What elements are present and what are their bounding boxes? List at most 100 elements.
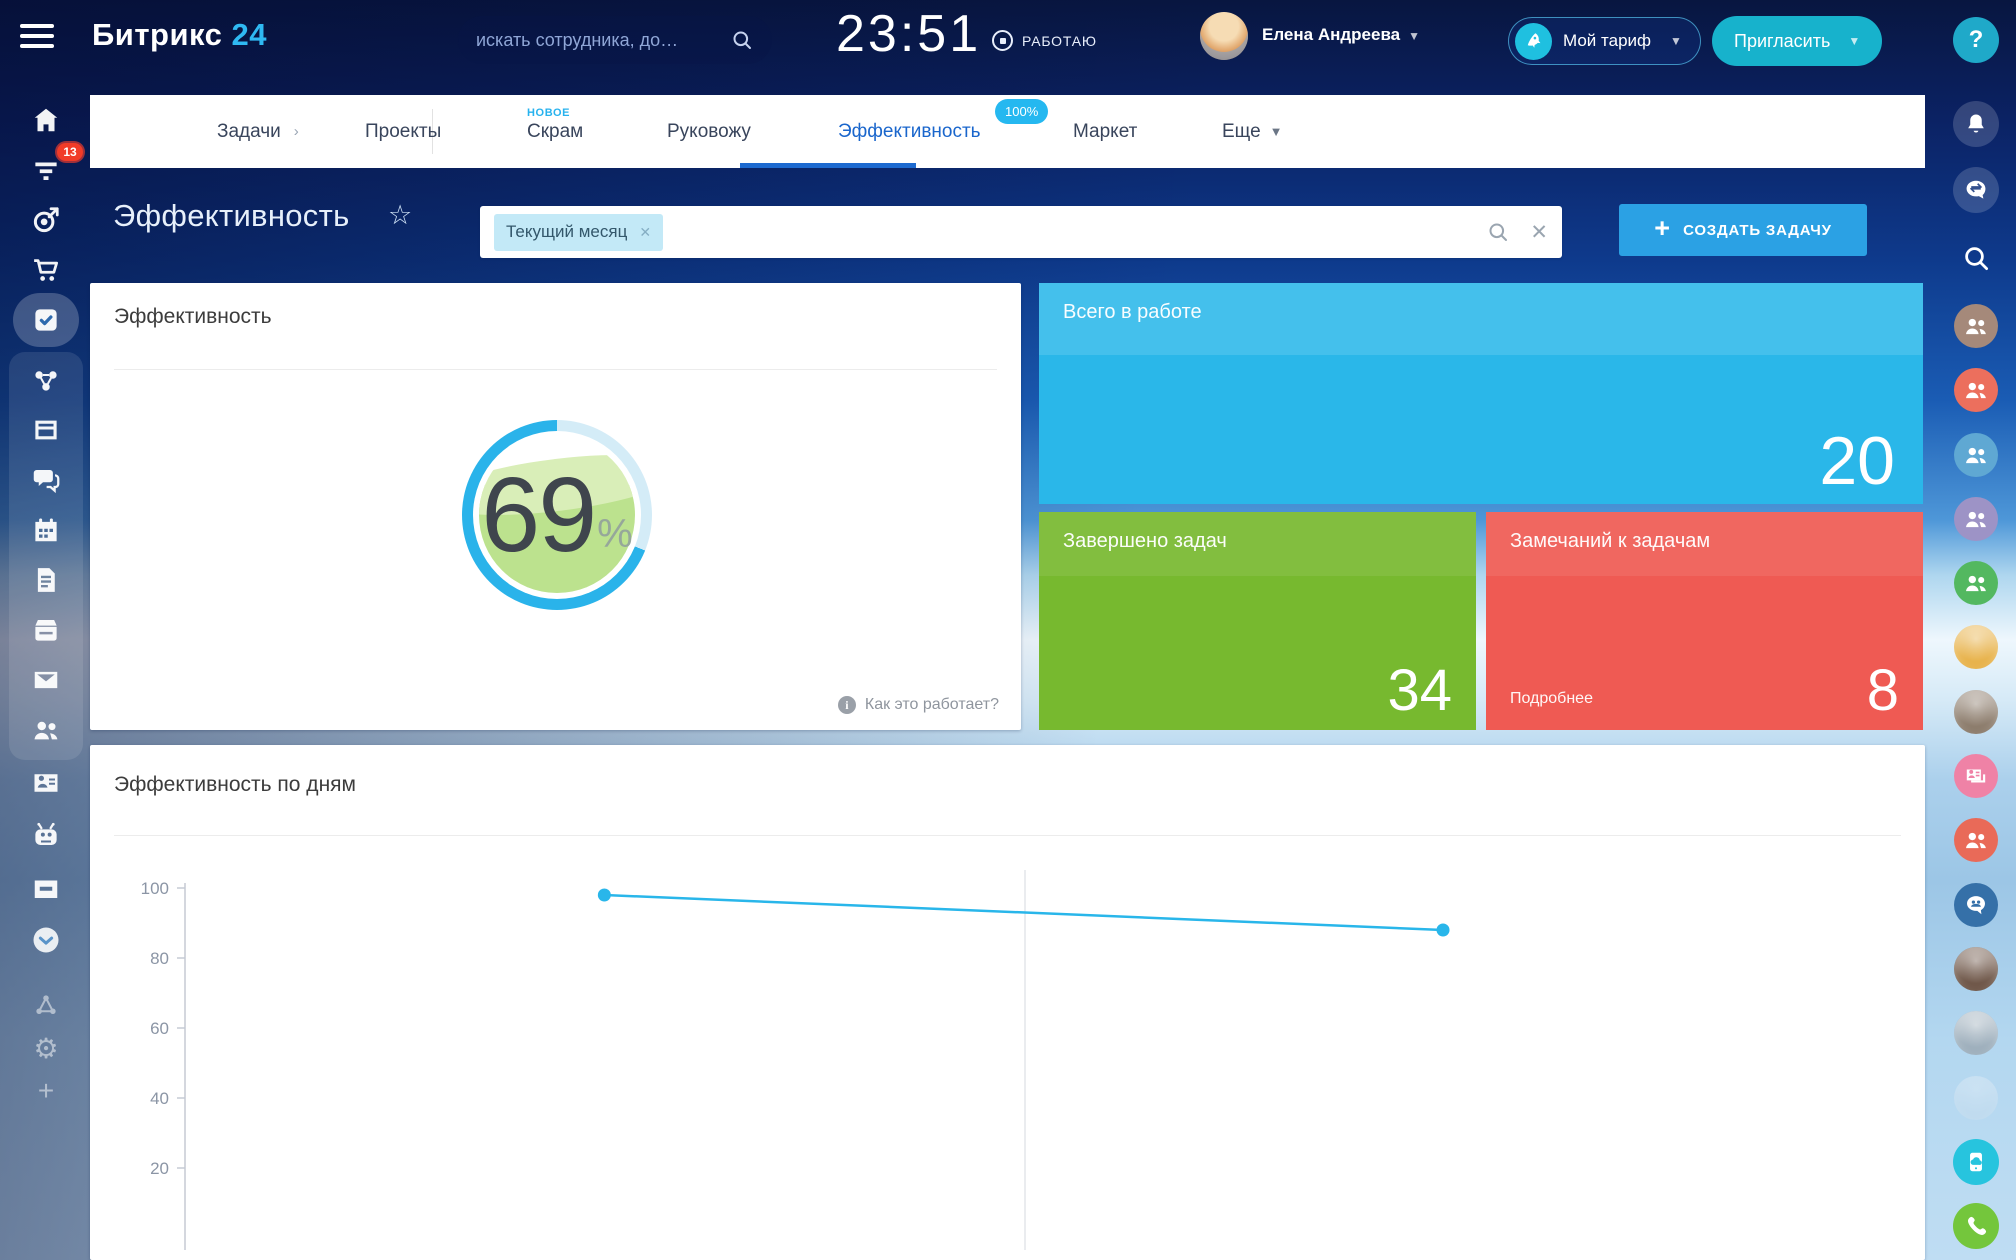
details-link[interactable]: Подробнее [1510,690,1593,708]
phone-icon [1963,1213,1989,1239]
calendar-icon [31,515,61,545]
sidebar-item-people[interactable] [23,707,69,753]
filter-search-bar[interactable]: Текущий месяц ✕ ✕ [480,206,1562,258]
search-icon [1961,243,1991,273]
rail-avatar-group[interactable] [1954,561,1998,605]
sidebar-item-chat[interactable] [23,457,69,503]
work-status-button[interactable]: РАБОТАЮ [992,30,1097,51]
favorite-star-icon[interactable]: ☆ [388,200,412,231]
my-tariff-button[interactable]: Мой тариф ▼ [1508,17,1701,65]
rail-avatar-photo[interactable] [1954,1076,1998,1120]
sidebar-item-inbox[interactable] [23,865,69,911]
filter-chip[interactable]: Текущий месяц ✕ [494,214,663,251]
sidebar-item-calendar[interactable] [23,507,69,553]
efficiency-line-chart: 10080604020 [90,745,1925,1260]
plus-icon: + [38,1075,54,1107]
sidebar-item-network[interactable] [23,357,69,403]
feed-icon [31,155,61,185]
app-logo[interactable]: Битрикс 24 [92,17,267,53]
logo-number: 24 [232,17,267,52]
rail-bell-button[interactable] [1953,101,1999,147]
sidebar-item-chevron-down-circle[interactable] [23,917,69,963]
tab-еще[interactable]: Еще▼ [1222,95,1283,168]
divider [114,369,997,370]
group-avatar [1963,377,1989,403]
svg-text:80: 80 [150,949,169,968]
rail-avatar-group[interactable] [1954,433,1998,477]
email-contact-avatar [1963,763,1989,789]
efficiency-card-title: Эффективность [114,305,272,329]
efficiency-value: 69 [481,455,595,576]
sidebar-item-target[interactable] [23,197,69,243]
group-avatar [1963,506,1989,532]
tab-задачи[interactable]: Задачи› [217,95,299,168]
rail-phone-button[interactable] [1953,1203,1999,1249]
user-avatar[interactable] [1200,12,1248,60]
search-icon[interactable] [730,28,754,52]
sidebar-item-home[interactable] [23,97,69,143]
rail-avatar-group[interactable] [1954,304,1998,348]
rail-help-button[interactable]: ? [1953,17,1999,63]
gear-icon: ⚙ [33,1032,58,1065]
sidebar-item-document[interactable] [23,557,69,603]
tab-скрам[interactable]: Скрам [527,95,583,168]
sidebar-item-browser[interactable] [23,407,69,453]
rail-messenger-button[interactable] [1953,167,1999,213]
rail-mobile-cloud-button[interactable] [1953,1139,1999,1185]
target-icon [31,205,61,235]
rail-avatar-photo[interactable] [1954,625,1998,669]
invite-button[interactable]: Пригласить ▼ [1712,16,1882,66]
create-task-label: СОЗДАТЬ ЗАДАЧУ [1683,222,1832,239]
browser-icon [31,415,61,445]
work-clock[interactable]: 23:51 [836,4,981,64]
sidebar-item-contact-card[interactable] [23,760,69,806]
tab-label: Маркет [1073,121,1137,143]
efficiency-percent-badge: 100% [995,99,1048,124]
rail-avatar-email-contact[interactable] [1954,754,1998,798]
rocket-icon [1515,23,1552,60]
global-search-input[interactable] [476,30,730,51]
sidebar-item-drive[interactable] [23,607,69,653]
efficiency-card: Эффективность 69 % i Как это работает? [90,283,1021,730]
global-search[interactable] [458,16,772,64]
tile-label: Завершено задач [1063,530,1227,553]
sidebar-item-robot[interactable] [23,812,69,858]
main-nav-tabbar: Задачи› Проекты СкрамНОВОЕ Руковожу Эффектив… [90,95,1925,168]
rail-avatar-group[interactable] [1954,818,1998,862]
document-icon [31,565,61,595]
rail-avatar-group[interactable] [1954,368,1998,412]
sidebar-item-cart[interactable] [23,247,69,293]
how-it-works-link[interactable]: i Как это работает? [838,696,999,714]
invite-label: Пригласить [1734,31,1830,52]
create-task-button[interactable]: + СОЗДАТЬ ЗАДАЧУ [1619,204,1867,256]
tab-руковожу[interactable]: Руковожу [667,95,751,168]
tile-completed-tasks[interactable]: Завершено задач 34 [1039,512,1476,730]
rail-avatar-photo[interactable] [1954,1011,1998,1055]
sidebar-item-tasks[interactable] [23,297,69,343]
new-badge: НОВОЕ [527,107,570,119]
rail-search-button[interactable] [1956,238,1996,278]
people-icon [31,715,61,745]
chevron-down-icon: ▼ [1848,34,1860,48]
sidebar-item-share[interactable] [23,982,69,1028]
efficiency-by-days-card: Эффективность по дням 10080604020 [90,745,1925,1260]
tile-total-in-progress[interactable]: Всего в работе 20 [1039,283,1923,504]
chevron-down-icon: ▼ [1670,34,1682,48]
sidebar-item-mail[interactable] [23,657,69,703]
robot-icon [31,820,61,850]
sidebar-item-gear[interactable]: ⚙ [23,1025,69,1071]
rail-avatar-photo[interactable] [1954,690,1998,734]
user-menu[interactable]: Елена Андреева▼ [1262,25,1420,45]
tab-эффективность[interactable]: Эффективность [838,95,981,168]
rail-avatar-chat-group[interactable] [1954,883,1998,927]
chip-remove-icon[interactable]: ✕ [639,224,651,241]
tile-task-remarks[interactable]: Замечаний к задачам Подробнее 8 [1486,512,1923,730]
clear-filter-icon[interactable]: ✕ [1530,220,1548,245]
search-icon[interactable] [1486,220,1510,244]
group-avatar [1963,442,1989,468]
rail-avatar-photo[interactable] [1954,947,1998,991]
tab-маркет[interactable]: Маркет [1073,95,1137,168]
rail-avatar-group[interactable] [1954,497,1998,541]
tab-проекты[interactable]: Проекты [365,95,441,168]
sidebar-item-plus[interactable]: + [23,1068,69,1114]
